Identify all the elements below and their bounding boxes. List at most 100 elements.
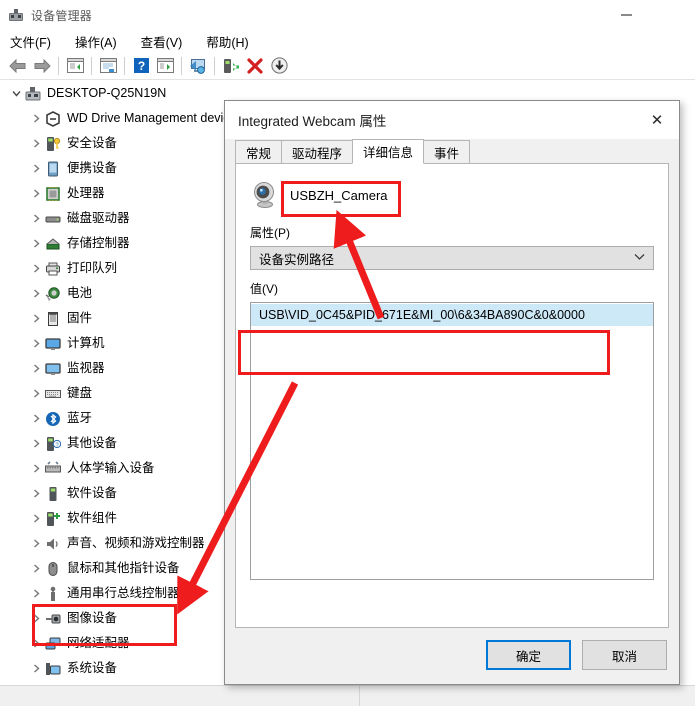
- toolbar: ?: [0, 52, 695, 80]
- tree-item-label: 固件: [67, 311, 93, 326]
- minimize-button[interactable]: [603, 0, 649, 30]
- chevron-right-icon[interactable]: [28, 636, 44, 652]
- software-component-icon: [44, 510, 61, 527]
- device-header: USBZH_Camera: [236, 164, 668, 214]
- status-bar: [0, 685, 695, 706]
- webcam-icon: [250, 180, 280, 210]
- imaging-device-icon: [44, 610, 61, 627]
- chevron-right-icon[interactable]: [28, 611, 44, 627]
- other-device-icon: ?: [44, 435, 61, 452]
- security-device-icon: [44, 135, 61, 152]
- chevron-right-icon[interactable]: [28, 361, 44, 377]
- chevron-right-icon[interactable]: [28, 461, 44, 477]
- chevron-right-icon[interactable]: [28, 411, 44, 427]
- bluetooth-icon: [44, 410, 61, 427]
- wd-icon: [44, 110, 61, 127]
- tree-item-label: 存储控制器: [67, 236, 130, 251]
- tree-item-label: 监视器: [67, 361, 105, 376]
- tree-item-label: 处理器: [67, 186, 105, 201]
- svg-text:?: ?: [137, 59, 144, 73]
- tab-general[interactable]: 常规: [235, 140, 283, 163]
- tab-details[interactable]: 详细信息: [352, 139, 425, 164]
- keyboard-icon: [44, 385, 61, 402]
- chevron-right-icon[interactable]: [28, 261, 44, 277]
- ok-button[interactable]: 确定: [486, 640, 571, 670]
- chevron-right-icon[interactable]: [28, 436, 44, 452]
- properties-icon[interactable]: [96, 54, 120, 78]
- storage-controller-icon: [44, 235, 61, 252]
- processor-icon: [44, 185, 61, 202]
- chevron-right-icon[interactable]: [28, 486, 44, 502]
- enable-device-icon[interactable]: [219, 54, 243, 78]
- tree-item-label: 蓝牙: [67, 411, 93, 426]
- help-icon[interactable]: ?: [129, 54, 153, 78]
- show-hide-console-tree-icon[interactable]: [63, 54, 87, 78]
- tree-item-label: 鼠标和其他指针设备: [67, 561, 180, 576]
- tree-item-label: 便携设备: [67, 161, 118, 176]
- menu-help[interactable]: 帮助(H): [204, 30, 258, 53]
- computer-node-icon: [44, 335, 61, 352]
- firmware-icon: [44, 310, 61, 327]
- chevron-right-icon[interactable]: [28, 386, 44, 402]
- tree-item-label: 键盘: [67, 386, 93, 401]
- tree-item-label: 人体学输入设备: [67, 461, 155, 476]
- chevron-right-icon[interactable]: [28, 536, 44, 552]
- chevron-right-icon[interactable]: [28, 111, 44, 127]
- chevron-right-icon[interactable]: [28, 136, 44, 152]
- tree-item-label: 磁盘驱动器: [67, 211, 130, 226]
- battery-icon: [44, 285, 61, 302]
- close-icon[interactable]: ✕: [635, 101, 679, 139]
- chevron-down-icon: [634, 252, 645, 264]
- tree-item-label: 其他设备: [67, 436, 118, 451]
- tree-item-label: 软件组件: [67, 511, 118, 526]
- dialog-tabs: 常规 驱动程序 详细信息 事件: [235, 139, 669, 164]
- tab-driver[interactable]: 驱动程序: [281, 140, 354, 163]
- property-dropdown[interactable]: 设备实例路径: [250, 246, 654, 270]
- value-list-item[interactable]: USB\VID_0C45&PID_671E&MI_00\6&34BA890C&0…: [251, 304, 653, 326]
- chevron-right-icon[interactable]: [28, 286, 44, 302]
- tree-item-label: 声音、视频和游戏控制器: [67, 536, 205, 551]
- toolbar-separator: [91, 56, 92, 75]
- tree-item-label: 安全设备: [67, 136, 118, 151]
- property-label: 属性(P): [250, 226, 290, 240]
- tree-item-label: 系统设备: [67, 661, 118, 676]
- update-driver-icon[interactable]: [186, 54, 210, 78]
- status-segment-left: [0, 686, 360, 706]
- toolbar-separator: [214, 56, 215, 75]
- tree-item-label: 计算机: [67, 336, 105, 351]
- chevron-right-icon[interactable]: [28, 511, 44, 527]
- menu-view[interactable]: 查看(V): [139, 30, 193, 53]
- menu-file[interactable]: 文件(F): [8, 30, 61, 53]
- tree-item-label: 打印队列: [67, 261, 118, 276]
- cancel-button[interactable]: 取消: [582, 640, 667, 670]
- menu-action[interactable]: 操作(A): [73, 30, 127, 53]
- chevron-right-icon[interactable]: [28, 211, 44, 227]
- chevron-right-icon[interactable]: [28, 336, 44, 352]
- chevron-right-icon[interactable]: [28, 186, 44, 202]
- tab-events[interactable]: 事件: [423, 140, 471, 163]
- system-device-icon: [44, 660, 61, 677]
- chevron-right-icon[interactable]: [28, 661, 44, 677]
- dialog-titlebar: Integrated Webcam 属性 ✕: [225, 101, 679, 139]
- scan-hardware-changes-icon[interactable]: [153, 54, 177, 78]
- chevron-down-icon[interactable]: [8, 86, 24, 102]
- properties-dialog: Integrated Webcam 属性 ✕ 常规 驱动程序 详细信息 事件 U…: [224, 100, 680, 685]
- window-title: 设备管理器: [31, 8, 93, 23]
- tree-item-label: 通用串行总线控制器: [67, 586, 180, 601]
- sound-video-game-icon: [44, 535, 61, 552]
- chevron-right-icon[interactable]: [28, 311, 44, 327]
- value-listbox[interactable]: USB\VID_0C45&PID_671E&MI_00\6&34BA890C&0…: [250, 302, 654, 580]
- disk-drive-icon: [44, 210, 61, 227]
- hid-icon: [44, 460, 61, 477]
- tree-item-label: 网络适配器: [67, 636, 130, 651]
- tree-item-label: 软件设备: [67, 486, 118, 501]
- chevron-right-icon[interactable]: [28, 586, 44, 602]
- tree-item-label: 电池: [67, 286, 93, 301]
- chevron-right-icon[interactable]: [28, 161, 44, 177]
- forward-icon[interactable]: [30, 54, 54, 78]
- disable-device-icon[interactable]: [267, 54, 291, 78]
- chevron-right-icon[interactable]: [28, 561, 44, 577]
- back-icon[interactable]: [6, 54, 30, 78]
- chevron-right-icon[interactable]: [28, 236, 44, 252]
- uninstall-device-icon[interactable]: [243, 54, 267, 78]
